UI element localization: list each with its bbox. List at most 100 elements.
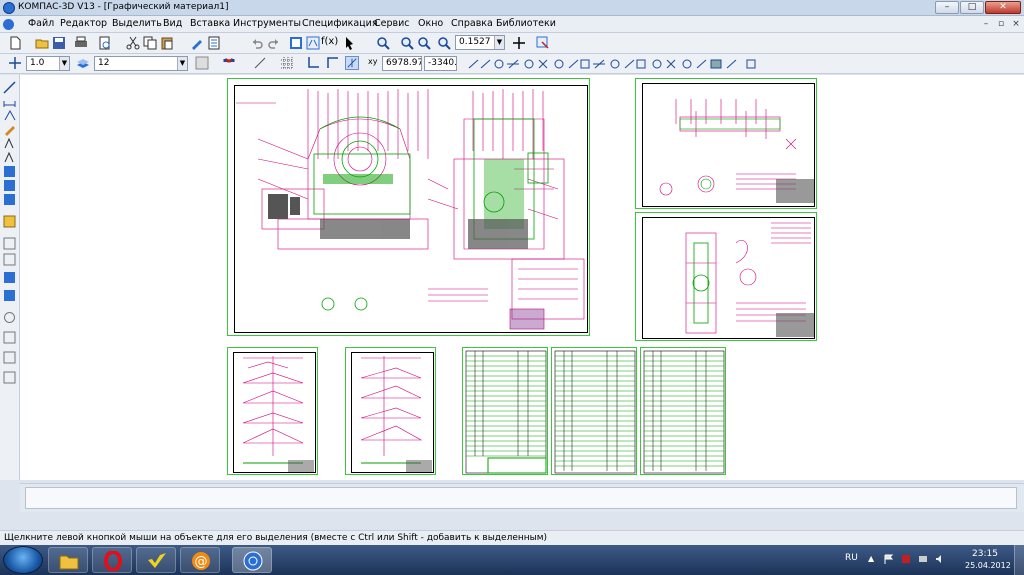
coord-y-field[interactable]: -3340.8 xyxy=(424,56,457,71)
taskbar-kompas[interactable] xyxy=(232,547,272,573)
refresh-icon[interactable] xyxy=(536,36,550,50)
variables-icon[interactable] xyxy=(306,36,320,50)
reports-icon[interactable] xyxy=(3,193,16,206)
coord-x-field[interactable]: 6978.97 xyxy=(382,56,422,71)
style-icon[interactable] xyxy=(195,56,209,70)
drawing-canvas[interactable] xyxy=(20,75,1024,480)
menu-window[interactable]: Окно xyxy=(418,18,443,29)
show-desktop-button[interactable] xyxy=(1014,545,1024,575)
formula-icon[interactable]: f(x) xyxy=(321,36,338,47)
tech-icon[interactable] xyxy=(3,311,16,324)
menu-file[interactable]: Файл xyxy=(28,18,54,29)
open-folder-icon[interactable] xyxy=(35,36,49,50)
doc-restore-button[interactable]: ▫ xyxy=(995,18,1007,30)
paste-icon[interactable] xyxy=(160,36,174,50)
sheet-shaft-drawing[interactable] xyxy=(635,78,817,209)
chevron-down-icon[interactable]: ▼ xyxy=(59,57,69,70)
hatch-icon[interactable] xyxy=(3,331,16,344)
sheet-load-diagrams-2[interactable] xyxy=(345,347,436,475)
view-icon[interactable] xyxy=(3,237,16,250)
undo-icon[interactable] xyxy=(250,36,264,50)
taskbar-app-check[interactable] xyxy=(136,547,176,573)
menu-insert[interactable]: Вставка xyxy=(190,18,230,29)
taskbar-mail[interactable]: @ xyxy=(180,547,220,573)
ortho-mode-icon[interactable] xyxy=(326,56,340,70)
doc-close-button[interactable]: × xyxy=(1010,18,1022,30)
dimensions-icon[interactable] xyxy=(3,95,16,108)
menu-select[interactable]: Выделить xyxy=(112,18,162,29)
zoom-out-icon[interactable] xyxy=(417,36,431,50)
cut-icon[interactable] xyxy=(126,36,140,50)
select-icon[interactable] xyxy=(3,165,16,178)
library-icon[interactable] xyxy=(3,271,16,284)
menu-service[interactable]: Сервис xyxy=(374,18,410,29)
flag-icon[interactable] xyxy=(884,554,894,564)
document-icon[interactable] xyxy=(3,19,14,30)
minimize-button[interactable]: – xyxy=(935,1,959,14)
property-panel-area[interactable] xyxy=(25,487,1017,509)
language-indicator[interactable]: RU xyxy=(845,553,858,563)
sheet-gear-drawing[interactable] xyxy=(635,212,817,341)
sheet-specification-3[interactable] xyxy=(640,347,726,475)
zoom-field[interactable]: 0.1527 ▼ xyxy=(455,35,505,50)
kompas-app-icon[interactable] xyxy=(3,2,15,14)
chevron-down-icon[interactable]: ▼ xyxy=(177,57,187,70)
close-button[interactable]: ✕ xyxy=(985,1,1021,14)
attributes-icon[interactable] xyxy=(3,289,16,302)
doc-minimize-button[interactable]: – xyxy=(980,18,992,30)
print-icon[interactable] xyxy=(74,36,88,50)
spec-icon[interactable] xyxy=(3,179,16,192)
menu-view[interactable]: Вид xyxy=(163,18,182,29)
menu-tools[interactable]: Инструменты xyxy=(233,18,301,29)
zoom-in-icon[interactable] xyxy=(376,36,390,50)
menu-specification[interactable]: Спецификация xyxy=(302,18,378,29)
layer-field[interactable]: 12 ▼ xyxy=(94,56,188,71)
start-button[interactable] xyxy=(3,546,43,574)
edit-icon[interactable] xyxy=(3,123,16,136)
print-preview-icon[interactable] xyxy=(98,36,112,50)
parametrization-icon[interactable] xyxy=(3,137,16,150)
sheet-load-diagrams-1[interactable] xyxy=(227,347,318,475)
redo-icon[interactable] xyxy=(267,36,281,50)
tray-app-icon[interactable] xyxy=(901,554,911,564)
menu-help[interactable]: Справка xyxy=(451,18,493,29)
sheet-assembly-drawing[interactable] xyxy=(227,78,590,336)
grid-icon[interactable] xyxy=(280,56,294,70)
menu-edit[interactable]: Редактор xyxy=(60,18,107,29)
clock-date[interactable]: 25.04.2012 xyxy=(965,561,1011,570)
sheet-specification-1[interactable] xyxy=(462,347,548,475)
notation-icon[interactable] xyxy=(3,109,16,122)
fragment-icon[interactable] xyxy=(3,351,16,364)
help-pointer-icon[interactable] xyxy=(344,36,358,50)
sheet-specification-2[interactable] xyxy=(551,347,637,475)
taskbar-explorer[interactable] xyxy=(48,547,88,573)
properties-icon[interactable] xyxy=(207,36,221,50)
copy-icon[interactable] xyxy=(143,36,157,50)
volume-icon[interactable] xyxy=(935,554,945,564)
maximize-button[interactable]: □ xyxy=(960,1,984,14)
menu-libraries[interactable]: Библиотеки xyxy=(496,18,556,29)
chevron-down-icon[interactable]: ▼ xyxy=(494,36,504,49)
format-brush-icon[interactable] xyxy=(190,36,204,50)
save-icon[interactable] xyxy=(52,36,66,50)
zoom-scale-icon[interactable] xyxy=(437,36,451,50)
macro-icon[interactable] xyxy=(3,371,16,384)
network-icon[interactable] xyxy=(918,554,928,564)
chevron-up-icon[interactable]: ▲ xyxy=(868,554,878,564)
manager-icon[interactable] xyxy=(289,36,303,50)
measure-icon[interactable] xyxy=(3,151,16,164)
geometry-icon[interactable] xyxy=(3,81,16,94)
ortho-icon[interactable] xyxy=(253,56,267,70)
snap-bindings-icons[interactable] xyxy=(467,57,767,71)
magnet-snap-icon[interactable] xyxy=(222,56,236,70)
snap-icon[interactable] xyxy=(345,56,359,70)
zoom-window-icon[interactable] xyxy=(400,36,414,50)
line-scale-field[interactable]: 1.0 ▼ xyxy=(26,56,70,71)
layers-icon[interactable] xyxy=(3,253,16,266)
pan-icon[interactable] xyxy=(512,36,526,50)
insert-icon[interactable] xyxy=(3,215,16,228)
new-document-icon[interactable] xyxy=(8,36,22,50)
local-cs-icon[interactable] xyxy=(306,56,320,70)
clock-time[interactable]: 23:15 xyxy=(972,549,998,559)
taskbar-opera[interactable] xyxy=(92,547,132,573)
